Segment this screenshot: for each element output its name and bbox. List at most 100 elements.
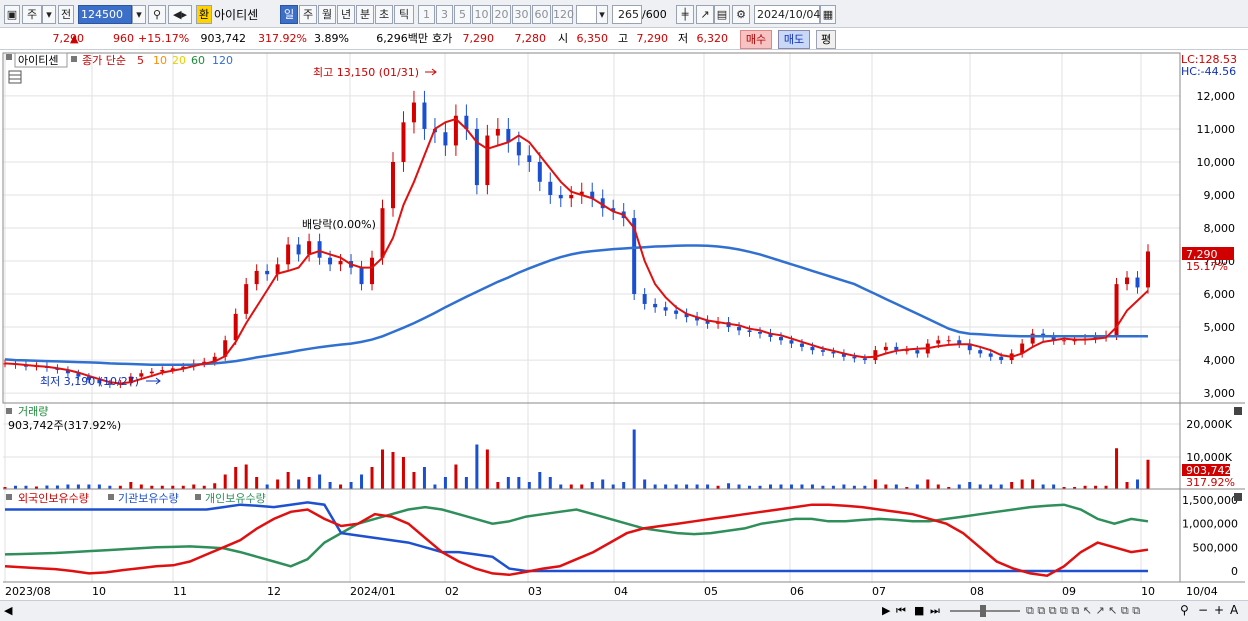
candle-body <box>569 194 574 199</box>
settings-icon[interactable]: ⚙ <box>732 5 750 24</box>
date-label: 10 <box>1141 585 1155 598</box>
zoom-in-icon[interactable]: + <box>1214 603 1224 617</box>
interval-3[interactable]: 3 <box>436 5 453 24</box>
legend-stock-name: 아이티센 <box>18 54 58 67</box>
tool-icons[interactable]: ⧉ ⧉ ⧉ ⧉ ⧉ ↖ ↗ ↖ ⧉ ⧉ <box>1026 604 1140 618</box>
candle-body <box>338 261 343 265</box>
volume-tick-label: 20,000K <box>1186 418 1232 431</box>
sell-button[interactable]: 매도 <box>778 30 810 49</box>
market-dropdown-icon[interactable]: ▾ <box>42 5 56 24</box>
candle-body <box>653 303 658 308</box>
stop-icon[interactable]: ■ <box>914 604 924 617</box>
volume-bar <box>643 479 647 489</box>
volume-bar <box>464 477 468 489</box>
last-icon[interactable]: ⏭ <box>930 604 940 618</box>
volume-bar <box>1031 479 1035 489</box>
date-label: 03 <box>528 585 542 598</box>
close-panel-icon[interactable] <box>1234 407 1242 415</box>
period-weekly[interactable]: 주 <box>299 5 317 24</box>
interval-120[interactable]: 120 <box>552 5 574 24</box>
calendar-icon[interactable]: ▦ <box>820 5 836 24</box>
date-label: 07 <box>872 585 886 598</box>
candle-body <box>810 346 815 351</box>
volume-bar <box>894 484 898 489</box>
interval-5[interactable]: 5 <box>454 5 471 24</box>
candle-body <box>747 330 752 333</box>
buy-button[interactable]: 매수 <box>740 30 772 49</box>
volume-bar <box>45 485 49 489</box>
zoom-icon[interactable]: ⚲ <box>1180 603 1189 617</box>
candle-body <box>789 340 794 344</box>
period-daily[interactable]: 일 <box>280 5 298 24</box>
close-panel-icon[interactable] <box>1234 493 1242 501</box>
market-select[interactable]: 주 <box>22 5 42 24</box>
holding-individual-label: 개인보유수량 <box>205 492 266 505</box>
candle-body <box>758 332 763 334</box>
holding-institution-label: 기관보유수량 <box>118 492 179 505</box>
price-axis: 12,00011,00010,0009,0008,0007,0006,0005,… <box>1197 90 1236 400</box>
high-annotation: 최고 13,150 (01/31) <box>313 66 419 79</box>
candle-body <box>558 194 563 199</box>
volume-bar <box>1020 479 1024 489</box>
first-icon[interactable]: ⏮ <box>896 604 906 618</box>
bottom-toolbar: ◀ ▶ ⏮ ■ ⏭ ⧉ ⧉ ⧉ ⧉ ⧉ ↖ ↗ ↖ ⧉ ⧉ ⚲ − + A <box>0 600 1248 621</box>
exchange-button[interactable]: 환 <box>196 5 212 24</box>
interval-1[interactable]: 1 <box>418 5 435 24</box>
volume-bar <box>706 484 710 489</box>
zoom-out-icon[interactable]: − <box>1198 603 1208 617</box>
volume-bar <box>601 479 605 489</box>
interval-30[interactable]: 30 <box>512 5 531 24</box>
volume-bar <box>349 482 353 489</box>
auto-scale-icon[interactable]: A <box>1230 603 1238 617</box>
search-icon[interactable]: ⚲ <box>148 5 166 24</box>
legend-marker <box>108 494 114 500</box>
volume-bar <box>1010 482 1014 489</box>
eval-button[interactable]: 평 <box>816 30 836 49</box>
scroll-left-icon[interactable]: ◀ <box>4 604 12 617</box>
holding-tick-label: 1,500,000 <box>1182 494 1238 507</box>
volume-bar <box>255 477 259 489</box>
code-input[interactable]: 124500 <box>78 5 132 24</box>
sound-icon[interactable]: ◀▸ <box>168 5 192 24</box>
date-label: 04 <box>614 585 628 598</box>
zoom-slider-handle[interactable] <box>980 605 986 617</box>
candle-body <box>915 350 920 354</box>
stock-chart[interactable]: 아이티센 종가 단순 5 10 20 60 120 최고 13,150 (01/… <box>0 50 1248 600</box>
holding-foreign-label: 외국인보유수량 <box>18 492 89 505</box>
save-icon[interactable]: ▤ <box>714 5 730 24</box>
code-dropdown-icon[interactable]: ▾ <box>132 5 146 24</box>
candle-body <box>401 122 406 162</box>
volume-bar <box>800 484 804 489</box>
date-input[interactable]: 2024/10/04 <box>754 5 820 24</box>
period-minute[interactable]: 분 <box>356 5 374 24</box>
draw-tool-icon[interactable]: ↗ <box>696 5 714 24</box>
interval-60[interactable]: 60 <box>532 5 551 24</box>
date-label: 2024/01 <box>350 585 396 598</box>
price-change: 960 <box>113 32 134 45</box>
volume-bar <box>276 479 280 489</box>
candle-icon[interactable]: ╪ <box>676 5 694 24</box>
low-arrow-icon <box>146 377 161 385</box>
candle-body <box>799 343 804 347</box>
period-yearly[interactable]: 년 <box>337 5 355 24</box>
period-tick[interactable]: 틱 <box>394 5 414 24</box>
candle-body <box>999 356 1004 361</box>
volume-bar <box>548 477 552 489</box>
count-input[interactable]: 265 <box>612 5 642 24</box>
custom-dropdown-icon[interactable]: ▾ <box>596 5 608 24</box>
prev-button[interactable]: 전 <box>58 5 74 24</box>
candles <box>3 90 1150 389</box>
period-second[interactable]: 초 <box>375 5 393 24</box>
interval-20[interactable]: 20 <box>492 5 511 24</box>
high-price: 7,290 <box>636 32 669 45</box>
scroll-right-icon[interactable]: ▶ <box>882 604 890 617</box>
ex-dividend-annotation: 배당락(0.00%) <box>302 218 376 231</box>
table-icon[interactable] <box>8 70 22 84</box>
price-tick-label: 6,000 <box>1204 288 1236 301</box>
volume-bar <box>1115 448 1119 489</box>
period-monthly[interactable]: 월 <box>318 5 336 24</box>
candle-body <box>296 244 301 255</box>
candle-body <box>642 294 647 304</box>
layout-icon[interactable]: ▣ <box>4 5 20 24</box>
interval-10[interactable]: 10 <box>472 5 491 24</box>
